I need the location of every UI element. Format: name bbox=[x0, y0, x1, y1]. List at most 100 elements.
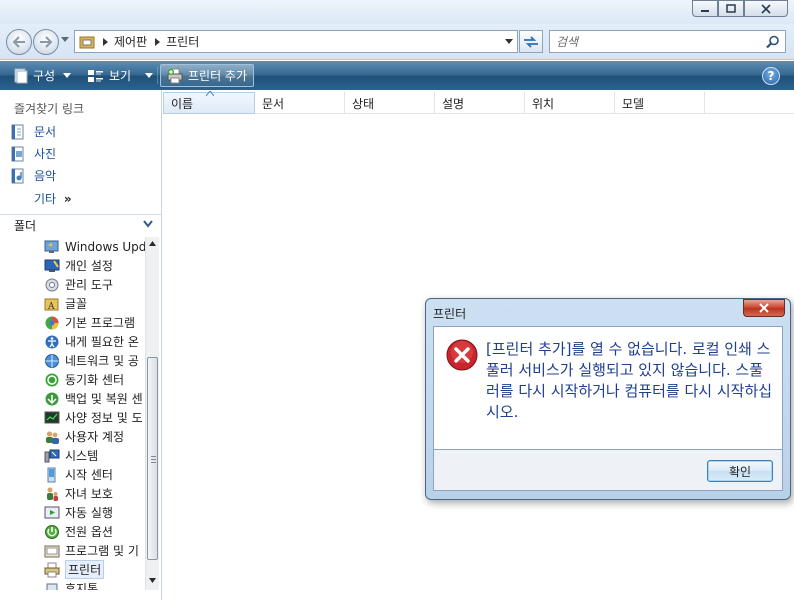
scrollbar-grip bbox=[151, 456, 156, 463]
folders-header[interactable]: 폴더 bbox=[0, 214, 161, 236]
help-button[interactable]: ? bbox=[762, 67, 780, 85]
tree-item-ease-of-access[interactable]: 내게 필요한 온 bbox=[44, 332, 139, 351]
scroll-down-arrow-icon[interactable] bbox=[149, 578, 156, 583]
tree-item-network[interactable]: 네트워크 및 공 bbox=[44, 351, 139, 370]
organize-label: 구성 bbox=[33, 69, 56, 83]
column-header-model[interactable]: 모델 bbox=[615, 92, 705, 114]
column-header-location[interactable]: 위치 bbox=[525, 92, 615, 114]
favorite-music[interactable]: 음악 bbox=[10, 167, 56, 184]
title-bar bbox=[0, 0, 794, 24]
tree-item-label: 백업 및 복원 센 bbox=[65, 392, 143, 406]
tree-item-label: 기본 프로그램 bbox=[65, 316, 136, 330]
tree-item-label: 네트워크 및 공 bbox=[65, 354, 139, 368]
navigation-pane: 즐겨찾기 링크 문서 사진 음악 기타 » 폴더 Windows Upd... bbox=[0, 90, 162, 600]
recent-pages-dropdown-icon[interactable] bbox=[61, 37, 69, 43]
autoplay-icon bbox=[44, 506, 60, 518]
favorite-label: 음악 bbox=[34, 169, 57, 183]
organize-icon bbox=[14, 68, 28, 83]
tree-item-windows-update[interactable]: Windows Upd... bbox=[44, 237, 145, 256]
tree-item-default-programs[interactable]: 기본 프로그램 bbox=[44, 313, 135, 332]
tree-item-label: 프로그램 및 기 bbox=[65, 544, 139, 558]
tree-item-label: Windows Upd... bbox=[65, 239, 145, 254]
ok-button[interactable]: 확인 bbox=[707, 460, 773, 482]
tree-item-autoplay[interactable]: 자동 실행 bbox=[44, 503, 113, 522]
maximize-button[interactable] bbox=[718, 0, 744, 17]
default-programs-icon bbox=[45, 316, 59, 329]
minimize-button[interactable] bbox=[692, 0, 718, 17]
tree-item-printers[interactable]: 프린터 bbox=[44, 560, 105, 579]
search-icon[interactable] bbox=[766, 35, 780, 49]
system-icon bbox=[44, 449, 60, 462]
breadcrumb-separator-icon bbox=[155, 37, 161, 46]
chevron-down-icon bbox=[143, 220, 153, 228]
column-label: 문서 bbox=[262, 96, 285, 111]
close-icon bbox=[759, 303, 769, 313]
recycle-bin-icon bbox=[46, 583, 58, 590]
pictures-icon bbox=[11, 146, 24, 161]
sort-ascending-icon bbox=[206, 91, 214, 96]
printer-icon bbox=[44, 562, 60, 577]
forward-arrow-icon bbox=[40, 36, 53, 48]
scroll-up-arrow-icon[interactable] bbox=[149, 241, 156, 246]
back-button[interactable] bbox=[6, 29, 32, 55]
tree-item-user-accounts[interactable]: 사용자 계정 bbox=[44, 427, 124, 446]
address-bar[interactable]: 제어판 프린터 bbox=[74, 30, 518, 53]
folder-tree-scrollbar[interactable] bbox=[145, 237, 159, 590]
search-box bbox=[549, 30, 786, 53]
more-favorites-link[interactable]: 기타 » bbox=[34, 190, 72, 207]
scrollbar-thumb[interactable] bbox=[147, 357, 158, 560]
tree-item-power-options[interactable]: 전원 옵션 bbox=[44, 522, 113, 541]
column-headers: 이름 문서 상태 설명 위치 모델 bbox=[163, 91, 794, 114]
organize-button[interactable]: 구성 bbox=[10, 64, 75, 87]
favorite-label: 문서 bbox=[34, 125, 57, 139]
error-dialog: 프린터 [프린터 추가]를 열 수 없습니다. 로컬 인쇄 스풀러 서비스가 실… bbox=[425, 298, 791, 500]
breadcrumb-control-panel[interactable]: 제어판 bbox=[114, 33, 147, 50]
command-bar: 구성 보기 프린터 추가 ? bbox=[0, 61, 794, 90]
tree-item-welcome-center[interactable]: 시작 센터 bbox=[44, 465, 113, 484]
ease-of-access-icon bbox=[45, 335, 59, 348]
performance-icon bbox=[44, 411, 60, 423]
favorite-documents[interactable]: 문서 bbox=[10, 123, 56, 140]
tree-item-sync-center[interactable]: 동기화 센터 bbox=[44, 370, 124, 389]
tree-item-backup[interactable]: 백업 및 복원 센 bbox=[44, 389, 143, 408]
search-input[interactable] bbox=[550, 31, 750, 52]
favorite-pictures[interactable]: 사진 bbox=[10, 145, 56, 162]
add-printer-button[interactable]: 프린터 추가 bbox=[160, 64, 255, 87]
windows-update-icon bbox=[44, 240, 59, 253]
views-button[interactable]: 보기 bbox=[84, 64, 157, 87]
breadcrumb-printers[interactable]: 프린터 bbox=[166, 33, 199, 50]
dialog-message: [프린터 추가]를 열 수 없습니다. 로컬 인쇄 스풀러 서비스가 실행되고 … bbox=[486, 340, 773, 421]
command-separator bbox=[157, 67, 158, 84]
column-label: 위치 bbox=[532, 96, 555, 111]
add-printer-label: 프린터 추가 bbox=[188, 69, 248, 83]
favorite-label: 사진 bbox=[34, 147, 57, 161]
back-arrow-icon bbox=[12, 36, 25, 48]
chevron-down-icon bbox=[145, 73, 154, 78]
dialog-close-button[interactable] bbox=[743, 299, 785, 317]
maximize-icon bbox=[726, 4, 736, 13]
column-header-name[interactable]: 이름 bbox=[163, 91, 255, 114]
minimize-icon bbox=[701, 9, 709, 12]
column-header-description[interactable]: 설명 bbox=[435, 92, 525, 114]
tree-item-performance[interactable]: 사양 정보 및 도 bbox=[44, 408, 143, 427]
column-header-status[interactable]: 상태 bbox=[345, 92, 435, 114]
control-panel-folder-icon bbox=[79, 36, 95, 48]
tree-item-recycle-bin[interactable]: 휴지통 bbox=[44, 579, 98, 590]
window-close-button[interactable] bbox=[744, 0, 788, 17]
tree-item-admin-tools[interactable]: 관리 도구 bbox=[44, 275, 113, 294]
add-printer-icon bbox=[167, 68, 183, 83]
address-history-dropdown-icon[interactable] bbox=[505, 39, 513, 45]
refresh-button[interactable] bbox=[519, 30, 543, 53]
column-header-documents[interactable]: 문서 bbox=[255, 92, 345, 114]
tree-item-system[interactable]: 시스템 bbox=[44, 446, 98, 465]
tree-item-label: 사용자 계정 bbox=[65, 430, 125, 444]
tree-item-personalization[interactable]: 개인 설정 bbox=[44, 256, 113, 275]
svg-text:A: A bbox=[47, 302, 55, 312]
tree-item-parental-controls[interactable]: 자녀 보호 bbox=[44, 484, 113, 503]
tree-item-fonts[interactable]: A 글꼴 bbox=[44, 294, 87, 313]
programs-features-icon bbox=[44, 545, 60, 557]
forward-button[interactable] bbox=[33, 29, 59, 55]
breadcrumb-separator-icon bbox=[103, 37, 108, 46]
tree-item-programs-features[interactable]: 프로그램 및 기 bbox=[44, 541, 139, 560]
tree-item-label: 휴지통 bbox=[65, 582, 99, 590]
